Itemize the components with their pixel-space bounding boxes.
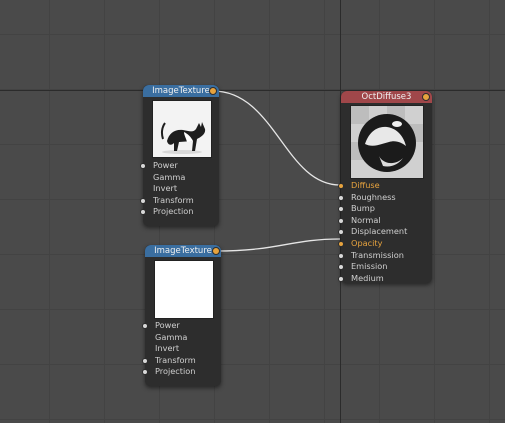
pin-dot[interactable] (338, 252, 344, 259)
pin-transmission[interactable]: Transmission (338, 250, 407, 262)
node-title[interactable]: ImageTexture (143, 85, 219, 97)
output-port[interactable] (422, 93, 430, 101)
pin-emission[interactable]: Emission (338, 261, 407, 273)
pin-diffuse[interactable]: Diffuse (338, 180, 407, 192)
pin-transform[interactable]: Transform (142, 355, 196, 367)
pin-displacement[interactable]: Displacement (338, 226, 407, 238)
pin-power[interactable]: Power (140, 160, 194, 172)
oct-diffuse-material-node[interactable]: OctDiffuse3 Diffuse Roughness Bump Norma… (338, 91, 432, 285)
pin-normal[interactable]: Normal (338, 215, 407, 227)
pin-invert[interactable]: Invert (155, 343, 196, 355)
pin-dot[interactable] (338, 240, 344, 247)
node-title[interactable]: ImageTexture (145, 245, 221, 257)
image-texture-node-2[interactable]: ImageTexture Power Gamma Invert Transfor… (142, 245, 221, 386)
pin-dot[interactable] (140, 197, 146, 204)
output-port[interactable] (209, 87, 217, 95)
image-texture-node-1[interactable]: ImageTexture Power Gamma Invert Transfor… (140, 85, 219, 226)
blank-white-thumbnail (154, 260, 214, 319)
pin-dot[interactable] (338, 194, 344, 201)
output-port[interactable] (212, 247, 220, 255)
pin-power[interactable]: Power (142, 320, 196, 332)
pin-transform[interactable]: Transform (140, 195, 194, 207)
cat-photo-thumbnail (152, 100, 212, 158)
pin-gamma[interactable]: Gamma (155, 332, 196, 344)
pin-dot[interactable] (140, 209, 146, 216)
pin-invert[interactable]: Invert (153, 183, 194, 195)
pin-medium[interactable]: Medium (338, 273, 407, 285)
pin-dot[interactable] (142, 369, 148, 376)
pin-dot[interactable] (338, 229, 344, 236)
input-pins: Power Gamma Invert Transform Projection (142, 320, 196, 378)
pin-opacity[interactable]: Opacity (338, 238, 407, 250)
pin-dot[interactable] (338, 275, 344, 282)
pin-gamma[interactable]: Gamma (153, 172, 194, 184)
pin-dot[interactable] (142, 323, 148, 329)
pin-dot[interactable] (338, 217, 344, 224)
pin-dot[interactable] (338, 206, 344, 213)
cat-photo-icon (160, 122, 206, 154)
pin-projection[interactable]: Projection (142, 366, 196, 378)
node-title[interactable]: OctDiffuse3 (341, 91, 432, 103)
pin-projection[interactable]: Projection (140, 206, 194, 218)
input-pins: Power Gamma Invert Transform Projection (140, 160, 194, 218)
pin-dot[interactable] (140, 163, 146, 169)
pin-dot[interactable] (338, 183, 344, 189)
pin-bump[interactable]: Bump (338, 203, 407, 215)
pin-roughness[interactable]: Roughness (338, 192, 407, 204)
material-sphere-preview (350, 105, 424, 179)
input-pins: Diffuse Roughness Bump Normal Displaceme… (338, 180, 407, 285)
material-sphere-icon (351, 106, 423, 178)
pin-dot[interactable] (142, 357, 148, 364)
pin-dot[interactable] (338, 264, 344, 271)
